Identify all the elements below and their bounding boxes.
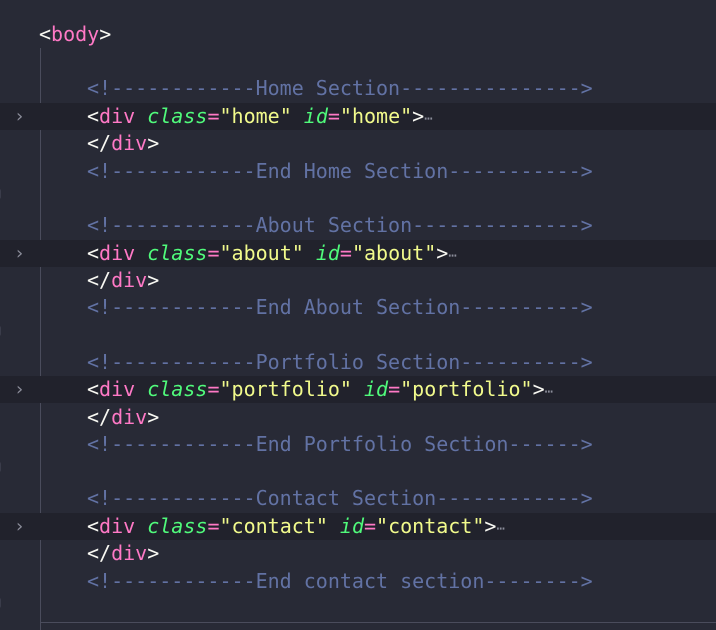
- comment-about-start: <!------------About Section-------------…: [87, 213, 593, 237]
- class-attr: class: [147, 241, 208, 265]
- id-attr: id: [303, 104, 328, 128]
- id-attr: id: [363, 377, 389, 401]
- chevron-right-icon[interactable]: ›: [16, 240, 30, 267]
- comment-home-end: <!------------End Home Section----------…: [87, 159, 593, 183]
- id-value: "contact": [376, 514, 485, 538]
- comment-portfolio-start: <!------------Portfolio Section---------…: [87, 350, 593, 374]
- chevron-right-icon[interactable]: ›: [16, 103, 30, 130]
- code-editor[interactable]: <body> <!------------Home Section-------…: [0, 0, 716, 630]
- comment-about-end: <!------------End About Section---------…: [87, 295, 593, 319]
- div-close-tag: div: [111, 131, 148, 155]
- div-close-tag: div: [111, 268, 148, 292]
- comment-contact-start: <!------------Contact Section-----------…: [87, 486, 593, 510]
- chevron-right-icon[interactable]: ›: [16, 513, 30, 540]
- class-value: "home": [219, 104, 292, 128]
- code-line-comment[interactable]: <!------------End Portfolio Section-----…: [0, 431, 716, 458]
- comment-contact-end: <!------------End contact section-------…: [87, 569, 593, 593]
- bottom-divider: [41, 622, 716, 623]
- class-attr: class: [147, 377, 208, 401]
- code-line-folded-div[interactable]: › <div class="home" id="home">⋯: [0, 103, 716, 130]
- id-value: "about": [351, 241, 437, 265]
- code-line-comment[interactable]: <!------------Contact Section-----------…: [0, 485, 716, 512]
- class-value: "about": [219, 241, 304, 265]
- id-value: "home": [339, 104, 413, 128]
- div-close-tag: div: [111, 541, 148, 565]
- comment-portfolio-end: <!------------End Portfolio Section-----…: [87, 432, 593, 456]
- class-value: "contact": [219, 514, 328, 538]
- body-tag: body: [51, 22, 100, 46]
- code-line-comment[interactable]: <!------------Home Section--------------…: [0, 75, 716, 102]
- folded-ellipsis-icon[interactable]: ⋯: [545, 384, 554, 400]
- id-value: "portfolio": [400, 377, 533, 401]
- code-line-folded-div[interactable]: › <div class="about" id="about">⋯: [0, 240, 716, 267]
- folded-ellipsis-icon[interactable]: ⋯: [448, 248, 457, 264]
- id-attr: id: [315, 241, 340, 265]
- div-close-tag: div: [111, 405, 148, 429]
- class-attr: class: [147, 514, 208, 538]
- code-line-div-close[interactable]: </div>: [0, 130, 716, 157]
- folded-ellipsis-icon[interactable]: ⋯: [496, 521, 505, 537]
- code-line-div-close[interactable]: </div>: [0, 540, 716, 567]
- code-line-folded-div[interactable]: › <div class="contact" id="contact">⋯: [0, 513, 716, 540]
- class-value: "portfolio": [219, 377, 352, 401]
- code-line-comment[interactable]: <!------------End About Section---------…: [0, 294, 716, 321]
- code-line-comment[interactable]: <!------------End Home Section----------…: [0, 158, 716, 185]
- div-tag: div: [99, 241, 136, 265]
- div-tag: div: [99, 104, 136, 128]
- chevron-right-icon[interactable]: ›: [16, 376, 30, 403]
- div-tag: div: [99, 514, 136, 538]
- code-line-div-close[interactable]: </div>: [0, 404, 716, 431]
- code-line-div-close[interactable]: </div>: [0, 267, 716, 294]
- code-line-body-open[interactable]: <body>: [0, 21, 716, 48]
- code-line-folded-div[interactable]: › <div class="portfolio" id="portfolio">…: [0, 376, 716, 403]
- div-tag: div: [99, 377, 136, 401]
- id-attr: id: [339, 514, 364, 538]
- folded-ellipsis-icon[interactable]: ⋯: [424, 111, 433, 127]
- code-line-comment[interactable]: <!------------About Section-------------…: [0, 212, 716, 239]
- code-line-comment[interactable]: <!------------End contact section-------…: [0, 568, 716, 595]
- class-attr: class: [147, 104, 208, 128]
- comment-home-start: <!------------Home Section--------------…: [87, 76, 593, 100]
- code-line-comment[interactable]: <!------------Portfolio Section---------…: [0, 349, 716, 376]
